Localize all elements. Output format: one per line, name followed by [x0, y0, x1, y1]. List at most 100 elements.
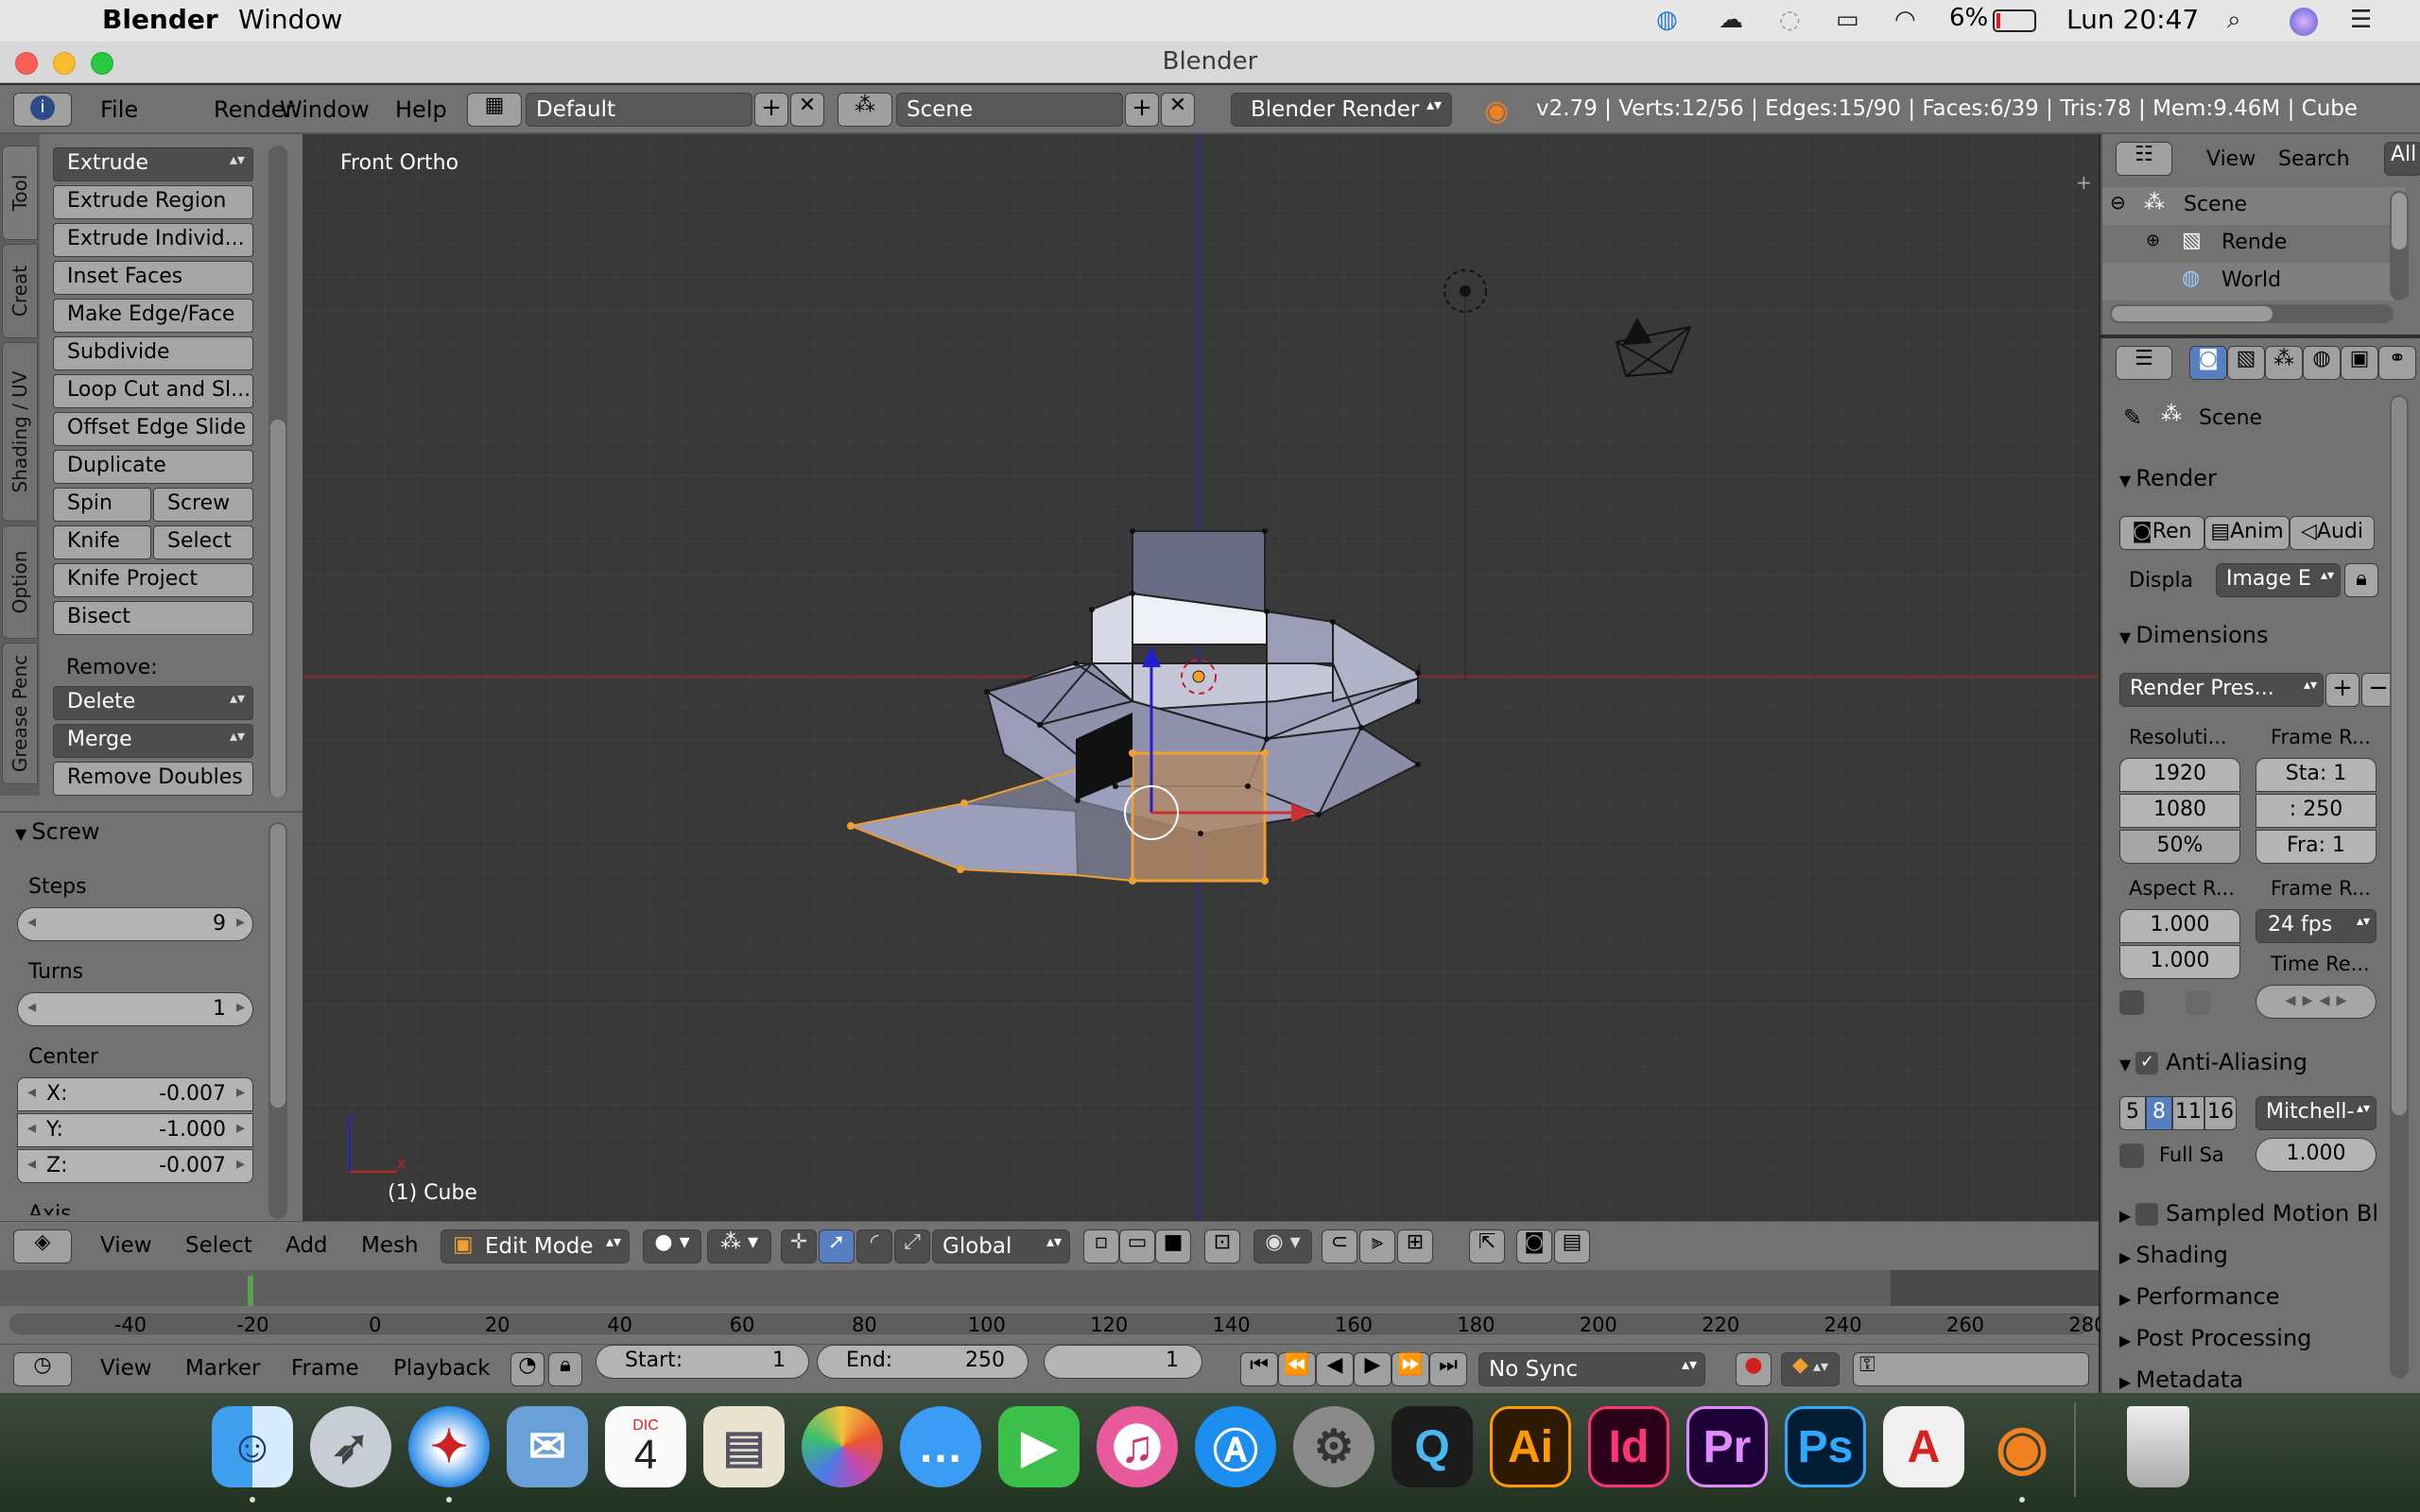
aa-samples-11[interactable]: 11 [2172, 1096, 2204, 1130]
edge-select-mode[interactable]: ▭ [1119, 1229, 1155, 1263]
3d-viewport[interactable]: z x + Front Ortho (1) Cube [302, 134, 2099, 1221]
render-presets-select[interactable]: Render Pres... ▴▾ [2119, 673, 2324, 707]
properties-scrollbar[interactable] [2390, 395, 2409, 1378]
tab-create[interactable]: Creat [2, 244, 38, 338]
menu-marker[interactable]: Marker [185, 1356, 261, 1381]
knife-button[interactable]: Knife [53, 525, 151, 559]
preview-icon[interactable]: ▤ [703, 1406, 785, 1487]
keying-set-select[interactable]: ◆ ▴▾ [1781, 1352, 1840, 1386]
messages-icon[interactable]: … [900, 1406, 981, 1487]
resolution-percent-field[interactable]: 50% [2119, 830, 2240, 864]
scale-toggle[interactable]: ⤢ [894, 1229, 930, 1263]
add-preset-button[interactable]: + [2325, 673, 2360, 707]
app-menu[interactable]: Blender [102, 4, 218, 35]
dimensions-panel-header[interactable]: ▼ Dimensions [2119, 622, 2268, 648]
mode-select[interactable]: ▣ Edit Mode ▴▾ [441, 1229, 630, 1263]
render-button[interactable]: ◙Ren [2119, 516, 2204, 550]
play-reverse-button[interactable]: ◀ [1316, 1352, 1354, 1386]
resolution-y-field[interactable]: 1080 [2119, 794, 2240, 828]
delete-menu-button[interactable]: Delete ▴▾ [53, 686, 253, 720]
border-checkbox[interactable] [2119, 990, 2144, 1015]
time-remap-field[interactable]: ◂ ▸ ◂ ▸ [2256, 985, 2377, 1019]
next-keyframe-button[interactable]: ⏩ [1392, 1352, 1429, 1386]
acrobat-icon[interactable]: A [1883, 1406, 1964, 1487]
timeline-ruler[interactable]: -40 -20 0 20 40 60 80 100 120 140 160 180 200 220 240 2… [0, 1306, 2106, 1344]
appstore-icon[interactable]: Ⓐ [1195, 1406, 1276, 1487]
photoshop-icon[interactable]: Ps [1785, 1406, 1866, 1487]
shading-panel-header[interactable]: ▶ Shading [2119, 1242, 2228, 1268]
audio-button[interactable]: ◁Audi [2290, 516, 2375, 550]
pivot-select[interactable]: ⁂ ▾ [707, 1229, 771, 1263]
snap-toggle[interactable]: ⊂ [1322, 1229, 1357, 1263]
menu-mesh[interactable]: Mesh [361, 1233, 419, 1258]
crop-checkbox[interactable] [2186, 990, 2210, 1015]
jump-end-button[interactable]: ⏭ [1429, 1352, 1467, 1386]
anti-aliasing-checkbox[interactable]: ✓ [2135, 1052, 2159, 1074]
aa-samples-8[interactable]: 8 [2146, 1096, 2172, 1130]
lock-range-icon[interactable]: 🔒︎ [548, 1352, 582, 1386]
make-edge-face-button[interactable]: Make Edge/Face [53, 299, 253, 333]
center-z-field[interactable]: ◂ Z: -0.007 ▸ [17, 1149, 253, 1183]
photos-icon[interactable] [802, 1406, 883, 1487]
mail-icon[interactable]: ✉ [507, 1406, 588, 1487]
menu-select[interactable]: Select [185, 1233, 252, 1258]
snap-element-select[interactable]: ⫸ [1359, 1229, 1395, 1263]
add-scene-button[interactable]: + [1125, 93, 1159, 127]
anti-aliasing-panel-header[interactable]: ▼ ✓ Anti-Aliasing [2119, 1049, 2308, 1075]
turns-field[interactable]: ◂ 1 ▸ [17, 992, 253, 1026]
render-panel-header[interactable]: ▼ Render [2119, 465, 2217, 491]
vertex-select-mode[interactable]: ▫ [1083, 1229, 1119, 1263]
scene-icon[interactable]: ⁂ [838, 93, 892, 127]
performance-panel-header[interactable]: ▶ Performance [2119, 1283, 2279, 1310]
notification-center-icon[interactable]: ☰ [2350, 6, 2372, 34]
safari-icon[interactable]: ✦ [408, 1406, 490, 1487]
full-sample-checkbox[interactable] [2119, 1143, 2144, 1168]
jump-start-button[interactable]: ⏮ [1240, 1352, 1278, 1386]
facetime-icon[interactable]: ▶ [998, 1406, 1080, 1487]
editor-type-info-button[interactable]: i [13, 93, 72, 127]
extrude-region-button[interactable]: Extrude Region [53, 185, 253, 219]
calendar-icon[interactable]: DIC 4 [605, 1406, 686, 1487]
layer-toggle[interactable]: ⇱ [1469, 1229, 1505, 1263]
prev-keyframe-button[interactable]: ⏪ [1278, 1352, 1316, 1386]
render-animation-button[interactable]: ▤ [1554, 1229, 1590, 1263]
knife-project-button[interactable]: Knife Project [53, 563, 253, 597]
render-layers-tab-icon[interactable]: ▧ [2227, 346, 2265, 380]
scene-field[interactable]: Scene [896, 93, 1123, 127]
current-frame-marker[interactable] [248, 1276, 253, 1308]
center-x-field[interactable]: ◂ X: -0.007 ▸ [17, 1077, 253, 1111]
timeline-scrollbar[interactable] [9, 1314, 2089, 1334]
orientation-select[interactable]: Global ▴▾ [932, 1229, 1070, 1263]
remove-doubles-button[interactable]: Remove Doubles [53, 762, 253, 796]
properties-scroll-thumb[interactable] [2392, 397, 2407, 1115]
knife-select-button[interactable]: Select [153, 525, 253, 559]
duplicate-button[interactable]: Duplicate [53, 450, 253, 484]
tab-grease-pencil[interactable]: Grease Penc [2, 643, 38, 784]
aspect-x-field[interactable]: 1.000 [2119, 909, 2240, 943]
metadata-panel-header[interactable]: ▶ Metadata [2119, 1366, 2243, 1391]
play-button[interactable]: ▶ [1354, 1352, 1392, 1386]
spin-button[interactable]: Spin [53, 488, 151, 522]
editor-type-3d-button[interactable]: ◈ [13, 1229, 72, 1263]
tool-shelf-scrollbar[interactable] [268, 146, 287, 798]
menu-view[interactable]: View [100, 1233, 152, 1258]
remove-layout-button[interactable]: ✕ [790, 93, 824, 127]
render-preview-button[interactable]: ◙ [1516, 1229, 1552, 1263]
frame-start-field[interactable]: Sta: 1 [2256, 758, 2377, 792]
indesign-icon[interactable]: Id [1588, 1406, 1669, 1487]
pin-icon[interactable]: ✎ [2123, 404, 2142, 431]
center-y-field[interactable]: ◂ Y: -1.000 ▸ [17, 1113, 253, 1147]
airplay-icon[interactable]: ▭ [1836, 6, 1859, 34]
keying-set-icon[interactable]: ◔ [510, 1352, 544, 1386]
expand-icon[interactable]: ⊕ [2146, 231, 2160, 250]
outliner-hscroll-thumb[interactable] [2112, 306, 2273, 321]
render-tab-icon[interactable]: ◙ [2189, 346, 2227, 380]
sampled-motion-blur-panel-header[interactable]: ▶ Sampled Motion Bl [2119, 1200, 2378, 1227]
launchpad-icon[interactable]: ➶ [310, 1406, 391, 1487]
blender-icon[interactable]: ◉ [1981, 1406, 2063, 1487]
operator-panel-header[interactable]: ▼ Screw [15, 818, 100, 845]
premiere-icon[interactable]: Pr [1686, 1406, 1768, 1487]
fps-select[interactable]: 24 fps ▴▾ [2256, 909, 2377, 943]
snap-target-select[interactable]: ⊞ [1397, 1229, 1433, 1263]
outliner-vscroll-thumb[interactable] [2392, 193, 2407, 249]
